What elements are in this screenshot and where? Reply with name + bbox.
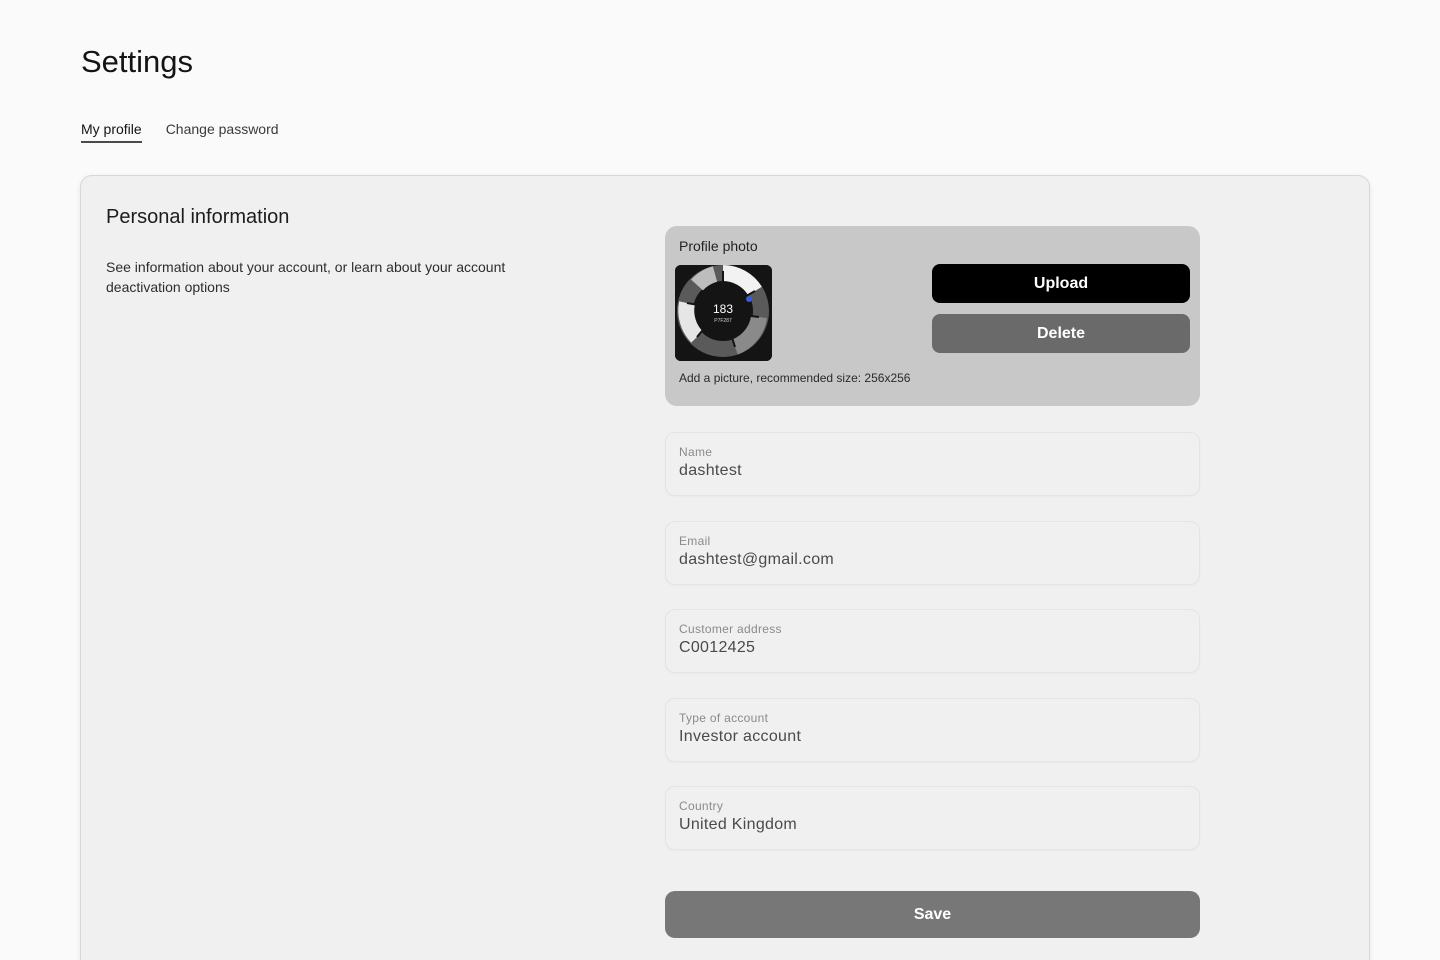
email-field-label: Email: [679, 534, 711, 548]
profile-photo-panel: Profile photo 183 P7F287 Add a picture, …: [665, 226, 1200, 406]
customer-address-field[interactable]: Customer address C0012425: [665, 609, 1200, 673]
profile-photo-label: Profile photo: [679, 238, 758, 254]
account-type-field-value[interactable]: Investor account: [679, 728, 801, 746]
country-field-value[interactable]: United Kingdom: [679, 816, 797, 834]
page-title: Settings: [81, 44, 194, 79]
settings-page: Settings My profile Change password Pers…: [0, 0, 1440, 960]
account-type-field[interactable]: Type of account Investor account: [665, 698, 1200, 762]
tab-my-profile[interactable]: My profile: [81, 121, 142, 143]
upload-button[interactable]: Upload: [932, 264, 1190, 303]
avatar-ring-image: 183 P7F287: [675, 265, 772, 361]
avatar-center-value: 183: [713, 302, 733, 316]
avatar-center-caption: P7F287: [714, 318, 732, 324]
section-description: See information about your account, or l…: [106, 259, 506, 295]
name-field-value[interactable]: dashtest: [679, 462, 742, 480]
delete-button[interactable]: Delete: [932, 314, 1190, 353]
save-button[interactable]: Save: [665, 891, 1200, 938]
country-field-label: Country: [679, 799, 724, 813]
profile-card: Personal information See information abo…: [80, 175, 1370, 960]
email-field-value[interactable]: dashtest@gmail.com: [679, 551, 834, 569]
customer-address-field-label: Customer address: [679, 622, 782, 636]
section-title: Personal information: [106, 206, 290, 228]
customer-address-field-value[interactable]: C0012425: [679, 639, 755, 657]
name-field-label: Name: [679, 445, 713, 459]
tab-change-password[interactable]: Change password: [166, 121, 279, 143]
email-field[interactable]: Email dashtest@gmail.com: [665, 521, 1200, 585]
country-field[interactable]: Country United Kingdom: [665, 786, 1200, 850]
profile-photo-hint: Add a picture, recommended size: 256x256: [679, 371, 911, 385]
avatar[interactable]: 183 P7F287: [675, 265, 772, 361]
settings-tabs: My profile Change password: [81, 121, 279, 143]
account-type-field-label: Type of account: [679, 711, 769, 725]
name-field[interactable]: Name dashtest: [665, 432, 1200, 496]
avatar-dot-icon: [746, 296, 752, 302]
